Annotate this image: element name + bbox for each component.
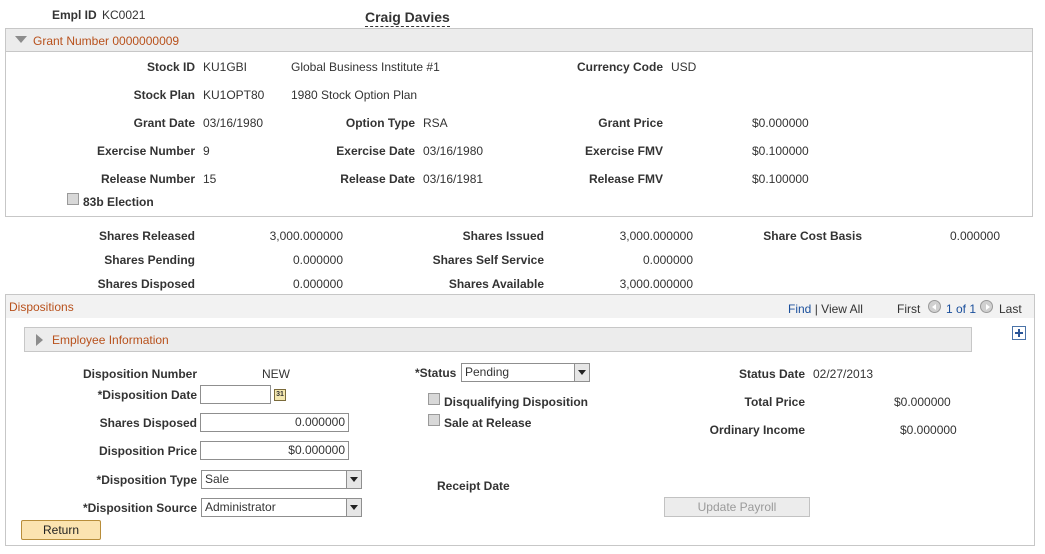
stock-plan-value: KU1OPT80: [203, 88, 265, 102]
disposition-type-label: *Disposition Type: [96, 473, 197, 487]
shares-issued-label: Shares Issued: [462, 229, 544, 243]
expand-triangle-icon[interactable]: [36, 334, 43, 346]
stock-plan-description: 1980 Stock Option Plan: [291, 88, 418, 102]
status-date-value: 02/27/2013: [813, 367, 874, 381]
total-price-label: Total Price: [744, 395, 805, 409]
grant-date-label: Grant Date: [133, 116, 195, 130]
pager-text: 1 of 1: [946, 302, 977, 316]
disposition-source-value: Administrator: [205, 500, 276, 514]
ordinary-income-label: Ordinary Income: [709, 423, 805, 437]
shares-pending-value: 0.000000: [292, 253, 343, 267]
shares-pending-label: Shares Pending: [104, 253, 195, 267]
currency-code-value: USD: [671, 60, 697, 74]
grant-date-value: 03/16/1980: [203, 116, 264, 130]
disqualifying-disposition-checkbox[interactable]: [428, 393, 440, 405]
exercise-fmv-value: $0.100000: [752, 144, 809, 158]
shares-disposed-label: Shares Disposed: [97, 277, 195, 291]
employee-information-header[interactable]: Employee Information: [24, 327, 972, 352]
sale-at-release-label: Sale at Release: [444, 416, 532, 430]
disposition-source-label: *Disposition Source: [82, 501, 197, 515]
grant-price-label: Grant Price: [598, 116, 663, 130]
stock-id-description: Global Business Institute #1: [291, 60, 440, 74]
nav-separator: |: [814, 302, 818, 316]
next-row-icon[interactable]: [980, 300, 993, 313]
shares-disposed-input[interactable]: 0.000000: [200, 413, 349, 432]
status-dropdown-arrow-icon[interactable]: [574, 364, 589, 381]
grant-panel-header[interactable]: Grant Number 0000000009: [5, 28, 1033, 52]
collapse-triangle-icon[interactable]: [15, 36, 27, 43]
disposition-date-label: *Disposition Date: [97, 388, 197, 402]
previous-row-icon[interactable]: [928, 300, 941, 313]
exercise-date-label: Exercise Date: [336, 144, 415, 158]
release-date-value: 03/16/1981: [423, 172, 484, 186]
dispositions-header: Dispositions Find | View All First 1 of …: [5, 294, 1035, 318]
share-cost-basis-label: Share Cost Basis: [763, 229, 862, 243]
shares-released-value: 3,000.000000: [269, 229, 343, 243]
exercise-fmv-label: Exercise FMV: [584, 144, 663, 158]
stock-plan-label: Stock Plan: [133, 88, 195, 102]
disposition-source-dropdown-arrow-icon[interactable]: [346, 499, 361, 516]
sale-at-release-checkbox[interactable]: [428, 414, 440, 426]
release-number-label: Release Number: [100, 172, 195, 186]
disposition-source-select[interactable]: Administrator: [201, 498, 362, 517]
shares-disposed-field-label: Shares Disposed: [99, 416, 197, 430]
empl-id-value: KC0021: [102, 8, 146, 22]
empl-id-label: Empl ID: [52, 8, 97, 22]
status-label: *Status: [415, 366, 457, 380]
return-button[interactable]: Return: [21, 520, 101, 540]
currency-code-label: Currency Code: [576, 60, 663, 74]
disposition-type-select[interactable]: Sale: [201, 470, 362, 489]
disposition-date-input[interactable]: [200, 385, 271, 404]
disposition-number-value: NEW: [262, 367, 290, 381]
shares-self-service-value: 0.000000: [642, 253, 693, 267]
option-type-value: RSA: [423, 116, 448, 130]
shares-self-service-label: Shares Self Service: [432, 253, 544, 267]
employee-name: Craig Davies: [365, 9, 450, 27]
ordinary-income-value: $0.000000: [900, 423, 957, 437]
status-select[interactable]: Pending: [461, 363, 590, 382]
status-select-value: Pending: [465, 365, 510, 379]
employee-information-title[interactable]: Employee Information: [52, 333, 169, 347]
release-date-label: Release Date: [340, 172, 415, 186]
share-cost-basis-value: 0.000000: [949, 229, 1000, 243]
grant-number-title[interactable]: Grant Number 0000000009: [33, 34, 179, 48]
first-label: First: [897, 302, 921, 316]
option-type-label: Option Type: [345, 116, 415, 130]
release-fmv-label: Release FMV: [588, 172, 663, 186]
disposition-price-label: Disposition Price: [98, 444, 197, 458]
shares-disposed-summary-value: 0.000000: [292, 277, 343, 291]
update-payroll-button[interactable]: Update Payroll: [664, 497, 810, 517]
election-83b-label: 83b Election: [83, 195, 154, 209]
stock-id-value: KU1GBI: [203, 60, 248, 74]
shares-issued-value: 3,000.000000: [619, 229, 693, 243]
shares-available-label: Shares Available: [448, 277, 544, 291]
disposition-type-dropdown-arrow-icon[interactable]: [346, 471, 361, 488]
stock-id-label: Stock ID: [146, 60, 195, 74]
shares-available-value: 3,000.000000: [619, 277, 693, 291]
last-label: Last: [999, 302, 1022, 316]
exercise-date-value: 03/16/1980: [423, 144, 484, 158]
status-date-label: Status Date: [738, 367, 805, 381]
find-link[interactable]: Find: [788, 302, 811, 316]
grant-price-value: $0.000000: [752, 116, 809, 130]
disposition-number-label: Disposition Number: [82, 367, 197, 381]
shares-released-label: Shares Released: [98, 229, 195, 243]
disposition-type-value: Sale: [205, 472, 230, 486]
release-number-value: 15: [203, 172, 217, 186]
disposition-price-input[interactable]: $0.000000: [200, 441, 349, 460]
election-83b-checkbox: [67, 193, 79, 205]
total-price-value: $0.000000: [894, 395, 951, 409]
view-all-link[interactable]: View All: [821, 302, 863, 316]
receipt-date-label: Receipt Date: [437, 479, 510, 493]
release-fmv-value: $0.100000: [752, 172, 809, 186]
add-row-icon[interactable]: [1012, 326, 1026, 340]
exercise-number-value: 9: [203, 144, 210, 158]
exercise-number-label: Exercise Number: [96, 144, 195, 158]
disqualifying-disposition-label: Disqualifying Disposition: [444, 395, 589, 409]
dispositions-title: Dispositions: [9, 300, 74, 314]
calendar-icon[interactable]: 31: [274, 389, 286, 401]
